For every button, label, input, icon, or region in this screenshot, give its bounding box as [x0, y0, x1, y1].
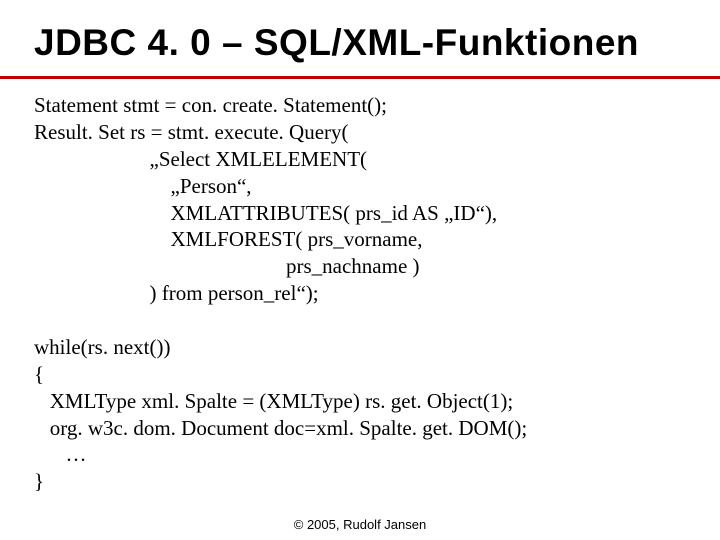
slide-title: JDBC 4. 0 – SQL/XML-Funktionen [34, 22, 700, 64]
slide: JDBC 4. 0 – SQL/XML-Funktionen Statement… [0, 0, 720, 540]
title-underline [0, 76, 720, 79]
copyright-footer: © 2005, Rudolf Jansen [0, 517, 720, 532]
code-block: Statement stmt = con. create. Statement(… [34, 92, 700, 495]
